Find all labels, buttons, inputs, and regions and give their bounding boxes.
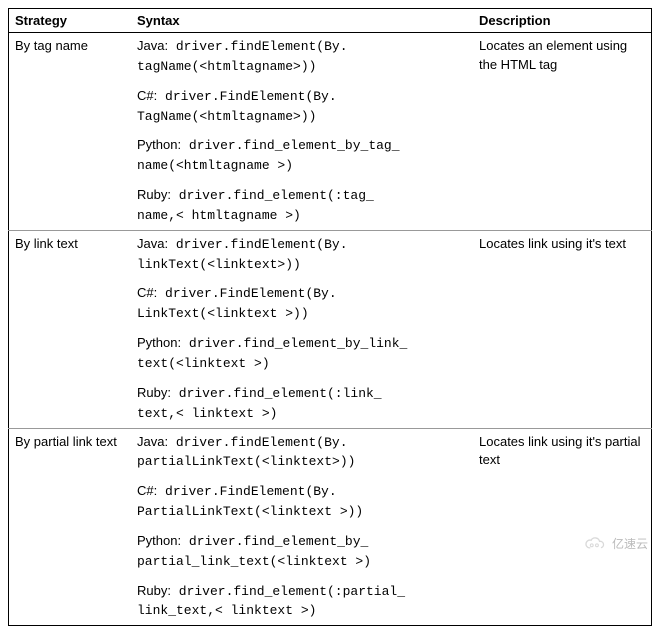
lang-label: C#:	[137, 88, 157, 103]
strategy-table: Strategy Syntax Description By tag nameJ…	[8, 8, 652, 626]
syntax-variant: Python: driver.find_element_by_ partial_…	[137, 532, 467, 572]
syntax-variant: Ruby: driver.find_element(:tag_ name,< h…	[137, 186, 467, 226]
lang-label: Ruby:	[137, 187, 171, 202]
header-syntax: Syntax	[131, 9, 473, 33]
syntax-variant: Python: driver.find_element_by_link_ tex…	[137, 334, 467, 374]
syntax-variant: Ruby: driver.find_element(:partial_ link…	[137, 582, 467, 622]
code-text: driver.FindElement(By. TagName(<htmltagn…	[137, 89, 337, 124]
lang-label: Python:	[137, 533, 181, 548]
lang-label: Java:	[137, 38, 168, 53]
syntax-variant: C#: driver.FindElement(By. TagName(<html…	[137, 87, 467, 127]
cell-description: Locates link using it's partial text	[473, 428, 652, 626]
cell-strategy: By link text	[9, 230, 132, 428]
lang-label: Python:	[137, 335, 181, 350]
table-header-row: Strategy Syntax Description	[9, 9, 652, 33]
syntax-variant: Java: driver.findElement(By. partialLink…	[137, 433, 467, 473]
code-text: driver.find_element(:partial_ link_text,…	[137, 584, 405, 619]
cell-syntax: Java: driver.findElement(By. partialLink…	[131, 428, 473, 626]
code-text: driver.FindElement(By. PartialLinkText(<…	[137, 484, 363, 519]
code-text: driver.find_element(:link_ text,< linkte…	[137, 386, 382, 421]
header-strategy: Strategy	[9, 9, 132, 33]
code-text: driver.findElement(By. linkText(<linktex…	[137, 237, 348, 272]
lang-label: C#:	[137, 483, 157, 498]
table-row: By link textJava: driver.findElement(By.…	[9, 230, 652, 428]
lang-label: Ruby:	[137, 385, 171, 400]
syntax-variant: Java: driver.findElement(By. linkText(<l…	[137, 235, 467, 275]
lang-label: C#:	[137, 285, 157, 300]
syntax-variant: C#: driver.FindElement(By. PartialLinkTe…	[137, 482, 467, 522]
cell-syntax: Java: driver.findElement(By. linkText(<l…	[131, 230, 473, 428]
syntax-variant: C#: driver.FindElement(By. LinkText(<lin…	[137, 284, 467, 324]
header-description: Description	[473, 9, 652, 33]
table-row: By tag nameJava: driver.findElement(By. …	[9, 33, 652, 231]
cell-strategy: By tag name	[9, 33, 132, 231]
lang-label: Ruby:	[137, 583, 171, 598]
code-text: driver.FindElement(By. LinkText(<linktex…	[137, 286, 337, 321]
syntax-variant: Java: driver.findElement(By. tagName(<ht…	[137, 37, 467, 77]
syntax-variant: Python: driver.find_element_by_tag_ name…	[137, 136, 467, 176]
cell-syntax: Java: driver.findElement(By. tagName(<ht…	[131, 33, 473, 231]
cell-strategy: By partial link text	[9, 428, 132, 626]
code-text: driver.findElement(By. partialLinkText(<…	[137, 435, 355, 470]
lang-label: Java:	[137, 434, 168, 449]
cell-description: Locates an element using the HTML tag	[473, 33, 652, 231]
table-body: By tag nameJava: driver.findElement(By. …	[9, 33, 652, 626]
cell-description: Locates link using it's text	[473, 230, 652, 428]
code-text: driver.find_element(:tag_ name,< htmltag…	[137, 188, 374, 223]
lang-label: Python:	[137, 137, 181, 152]
table-row: By partial link textJava: driver.findEle…	[9, 428, 652, 626]
syntax-variant: Ruby: driver.find_element(:link_ text,< …	[137, 384, 467, 424]
lang-label: Java:	[137, 236, 168, 251]
code-text: driver.findElement(By. tagName(<htmltagn…	[137, 39, 348, 74]
